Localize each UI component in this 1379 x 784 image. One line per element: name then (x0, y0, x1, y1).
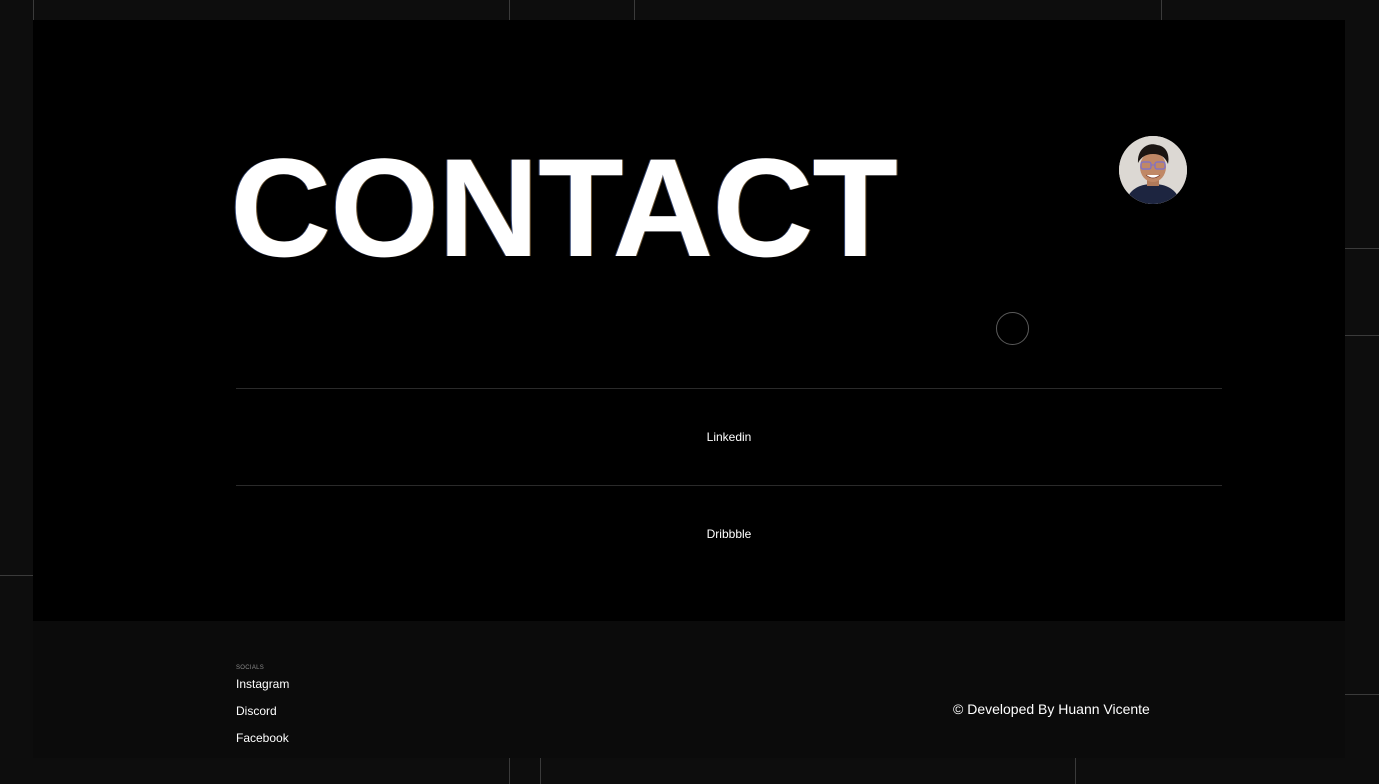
deco-line (634, 0, 635, 20)
deco-line (509, 0, 510, 20)
deco-line (1345, 694, 1379, 695)
facebook-link[interactable]: Facebook (236, 731, 289, 745)
discord-link[interactable]: Discord (236, 704, 277, 718)
deco-line (509, 758, 510, 784)
page-title: CONTACT (230, 129, 898, 286)
socials-heading: SOCIALS (236, 665, 265, 671)
cursor-ring (996, 312, 1029, 345)
contact-page: CONTACT Linkedin Dribbble SOCIALS Instag… (0, 0, 1379, 784)
deco-line (1161, 0, 1162, 20)
developer-credit: © Developed By Huann Vicente (953, 701, 1150, 717)
footer: SOCIALS Instagram Discord Facebook © Dev… (33, 621, 1345, 758)
deco-line (1345, 335, 1379, 336)
avatar-portrait-icon (1119, 136, 1187, 204)
dribbble-link-label: Dribbble (706, 527, 752, 541)
instagram-link[interactable]: Instagram (236, 677, 289, 691)
deco-line (1345, 248, 1379, 249)
dribbble-link[interactable]: Dribbble (236, 485, 1222, 582)
linkedin-link-label: Linkedin (706, 430, 752, 444)
deco-line (33, 0, 34, 20)
deco-line (0, 575, 33, 576)
deco-line (1075, 758, 1076, 784)
deco-line (540, 758, 541, 784)
avatar (1119, 136, 1187, 204)
linkedin-link[interactable]: Linkedin (236, 388, 1222, 485)
